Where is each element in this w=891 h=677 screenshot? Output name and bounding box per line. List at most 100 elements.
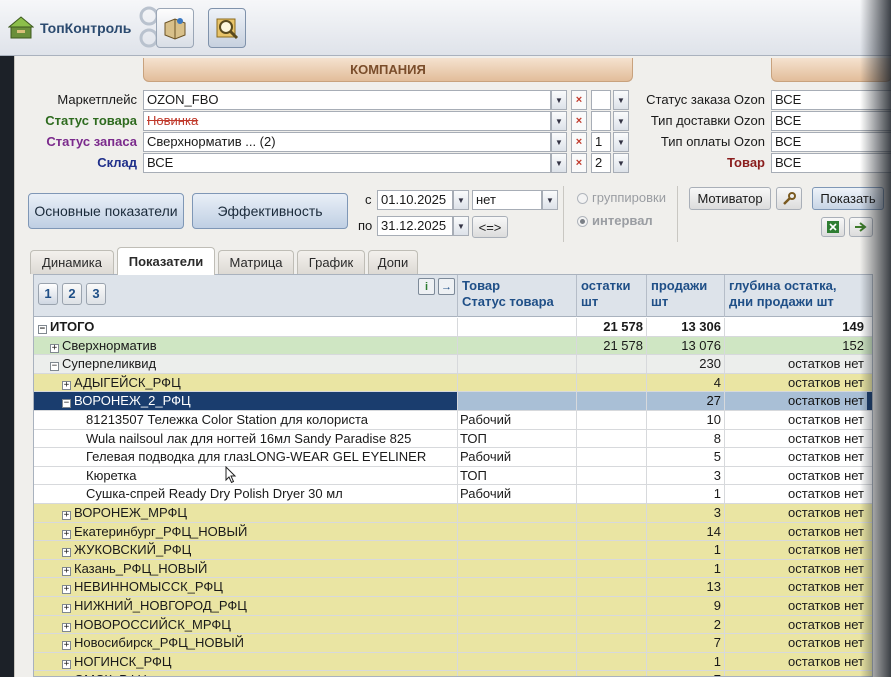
warehouse-field[interactable]: ВСЕ	[143, 153, 551, 173]
grid-header-product[interactable]: Товар Статус товара	[458, 275, 577, 317]
table-row[interactable]: + ВОРОНЕЖ_МРФЦ 3 остатков нет	[34, 503, 872, 523]
expand-icon[interactable]: +	[62, 510, 71, 520]
period-from-dropdown[interactable]: ▼	[453, 190, 469, 210]
table-row[interactable]: Wula nailsoul лак для ногтей 16мл Sandy …	[34, 429, 872, 449]
collapse-icon[interactable]: −	[62, 399, 71, 409]
period-to-dropdown[interactable]: ▼	[453, 216, 469, 236]
show-button[interactable]: Показать	[812, 187, 884, 210]
efficiency-button[interactable]: Эффективность	[192, 193, 348, 229]
product-status-cell	[458, 559, 577, 578]
tab-extra[interactable]: Допи	[368, 250, 418, 274]
expand-icon[interactable]: +	[62, 603, 71, 613]
payment-type-field[interactable]: ВСЕ	[771, 132, 891, 152]
table-row[interactable]: Кюретка ТОП 3 остатков нет	[34, 466, 872, 486]
collapse-icon[interactable]: −	[50, 362, 59, 372]
table-row[interactable]: + НОГИНСК_РФЦ 1 остатков нет	[34, 652, 872, 672]
export-arrow-button[interactable]	[849, 217, 873, 237]
stock-status-clear-button[interactable]: ×	[571, 132, 587, 152]
expand-icon[interactable]: +	[50, 343, 59, 353]
table-row[interactable]: +ОМСК_РФЦ 7остатков нет	[34, 671, 872, 676]
stock-cell	[577, 485, 647, 503]
product-status-field[interactable]: Новинка	[143, 111, 551, 131]
stock-cell	[577, 373, 647, 392]
period-compare-dropdown[interactable]: ▼	[542, 190, 558, 210]
info-icon[interactable]: i	[418, 278, 435, 295]
warehouse-extra-dropdown[interactable]: ▼	[613, 153, 629, 173]
collapse-icon[interactable]: −	[38, 325, 47, 334]
marketplace-extra-field[interactable]	[591, 90, 611, 110]
order-status-field[interactable]: ВСЕ	[771, 90, 891, 110]
swap-period-button[interactable]: <=>	[472, 216, 508, 238]
product-status-extra-field[interactable]	[591, 111, 611, 131]
analytics-button[interactable]	[208, 8, 246, 48]
table-row[interactable]: + АДЫГЕЙСК_РФЦ 4 остатков нет	[34, 373, 872, 393]
product-status-clear-button[interactable]: ×	[571, 111, 587, 131]
product-status-cell: Рабочий	[458, 448, 577, 466]
table-row[interactable]: + НИЖНИЙ_НОВГОРОД_РФЦ 9 остатков нет	[34, 596, 872, 616]
table-row[interactable]: + НЕВИННОМЫССК_РФЦ 13 остатков нет	[34, 578, 872, 597]
expand-icon[interactable]: +	[62, 566, 71, 576]
expand-icon[interactable]: +	[62, 585, 71, 595]
app-logo[interactable]: ТопКонтроль	[8, 14, 131, 42]
stock-status-label: Статус запаса	[46, 134, 137, 149]
table-row[interactable]: + Казань_РФЦ_НОВЫЙ 1 остатков нет	[34, 559, 872, 579]
expand-icon[interactable]: +	[62, 641, 71, 651]
marketplace-clear-button[interactable]: ×	[571, 90, 587, 110]
period-to-date[interactable]: 31.12.2025	[377, 216, 453, 236]
arrow-right-icon[interactable]: →	[438, 278, 455, 295]
expand-icon[interactable]: +	[62, 529, 71, 539]
tab-indicators[interactable]: Показатели	[117, 247, 215, 275]
table-row[interactable]: Гелевая подводка для глазLONG-WEAR GEL E…	[34, 448, 872, 467]
reports-button[interactable]	[156, 8, 194, 48]
tab-chart[interactable]: График	[297, 250, 365, 274]
grid-header-depth[interactable]: глубина остатка, дни продажи шт	[725, 275, 872, 317]
delivery-type-field[interactable]: ВСЕ	[771, 111, 891, 131]
marketplace-dropdown[interactable]: ▼	[551, 90, 567, 110]
table-row[interactable]: Сушка-спрей Ready Dry Polish Dryer 30 мл…	[34, 485, 872, 504]
stock-status-extra-dropdown[interactable]: ▼	[613, 132, 629, 152]
table-row[interactable]: 81213507 Тележка Color Station для колор…	[34, 410, 872, 430]
page-3-button[interactable]: 3	[86, 283, 106, 305]
stock-status-dropdown[interactable]: ▼	[551, 132, 567, 152]
marketplace-label: Маркетплейс	[57, 92, 137, 107]
table-row[interactable]: + Сверхнорматив 21 578 13 076 152	[34, 336, 872, 356]
warehouse-clear-button[interactable]: ×	[571, 153, 587, 173]
tab-matrix[interactable]: Матрица	[218, 250, 294, 274]
warehouse-dropdown[interactable]: ▼	[551, 153, 567, 173]
expand-icon[interactable]: +	[62, 548, 71, 558]
grouping-radio[interactable]	[577, 193, 588, 204]
expand-icon[interactable]: +	[62, 380, 71, 390]
table-row[interactable]: + НОВОРОССИЙСК_МРФЦ 2 остатков нет	[34, 615, 872, 635]
page-2-button[interactable]: 2	[62, 283, 82, 305]
product-status-extra-dropdown[interactable]: ▼	[613, 111, 629, 131]
main-indicators-button[interactable]: Основные показатели	[28, 193, 184, 229]
interval-radio[interactable]	[577, 216, 588, 227]
marketplace-field[interactable]: OZON_FBO	[143, 90, 551, 110]
wrench-button[interactable]	[776, 187, 802, 210]
table-row[interactable]: − ИТОГО 21 578 13 306 149	[34, 318, 872, 337]
grid-header-sales[interactable]: продажи шт	[647, 275, 725, 317]
row-name-cell: + Екатеринбург_РФЦ_НОВЫЙ	[34, 522, 458, 541]
table-row[interactable]: + Екатеринбург_РФЦ_НОВЫЙ 14 остатков нет	[34, 522, 872, 542]
motivator-button[interactable]: Мотиватор	[689, 187, 771, 210]
product-field[interactable]: ВСЕ	[771, 153, 891, 173]
marketplace-extra-dropdown[interactable]: ▼	[613, 90, 629, 110]
product-status-dropdown[interactable]: ▼	[551, 111, 567, 131]
period-from-date[interactable]: 01.10.2025	[377, 190, 453, 210]
table-row[interactable]: + ЖУКОВСКИЙ_РФЦ 1 остатков нет	[34, 541, 872, 560]
period-compare-field[interactable]: нет	[472, 190, 542, 210]
grid-header-stock[interactable]: остатки шт	[577, 275, 647, 317]
table-row[interactable]: − Суперneликвид 230 остатков нет	[34, 355, 872, 374]
product-status-cell	[458, 503, 577, 522]
expand-icon[interactable]: +	[62, 659, 71, 669]
row-name: Сверхнорматив	[62, 337, 157, 353]
expand-icon[interactable]: +	[62, 622, 71, 632]
table-row[interactable]: + Новосибирск_РФЦ_НОВЫЙ 7 остатков нет	[34, 634, 872, 653]
page-1-button[interactable]: 1	[38, 283, 58, 305]
tab-dynamics[interactable]: Динамика	[30, 250, 114, 274]
stock-status-field[interactable]: Сверхнорматив ... (2)	[143, 132, 551, 152]
export-excel-button[interactable]	[821, 217, 845, 237]
stock-status-extra-field[interactable]: 1	[591, 132, 611, 152]
warehouse-extra-field[interactable]: 2	[591, 153, 611, 173]
table-row[interactable]: − ВОРОНЕЖ_2_РФЦ 27 остатков нет	[34, 392, 872, 411]
